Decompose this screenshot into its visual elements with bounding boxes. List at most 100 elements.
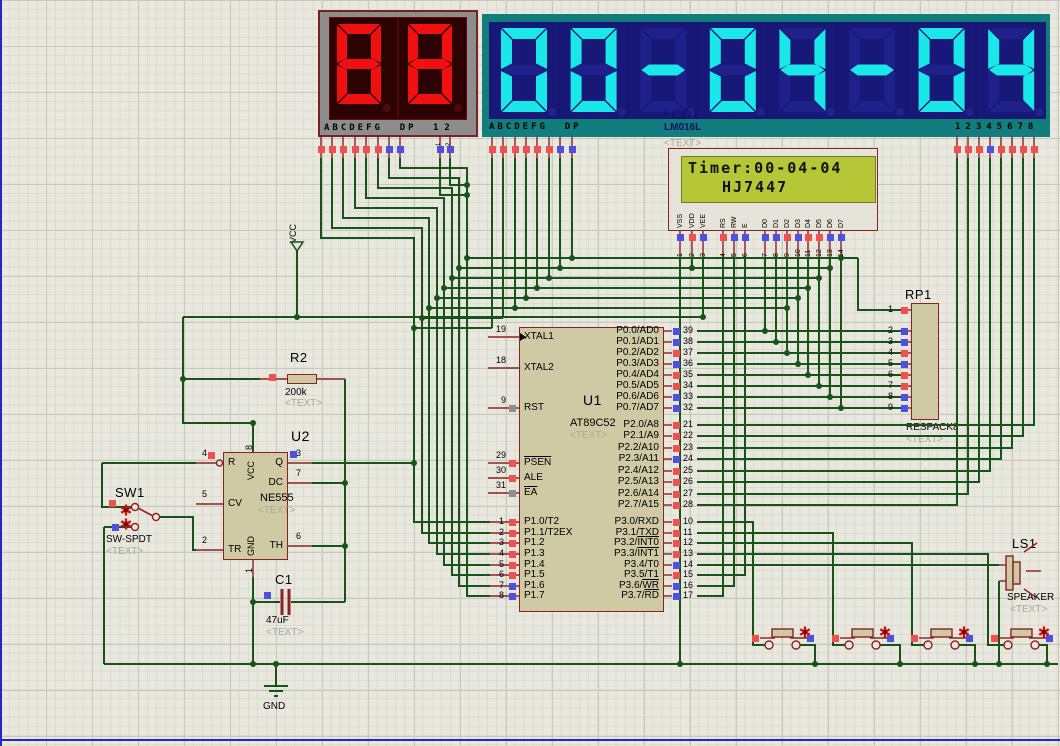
cyan-display-digit-pin	[1031, 146, 1038, 153]
speaker-symbol[interactable]	[999, 543, 1041, 598]
rp1-pin-number: 3	[0, 336, 893, 346]
rp1-pin-number: 7	[0, 380, 893, 390]
ls1-ref: LS1	[1012, 536, 1037, 551]
u1-pin-square	[509, 562, 516, 569]
u1-pin-square	[673, 491, 680, 498]
u1-pin-square	[509, 551, 516, 558]
cyan-display-ref: LCD1	[664, 107, 699, 122]
u2-pin-name: R	[228, 457, 235, 468]
rp1-ref: RP1	[905, 287, 932, 302]
sw1-pin-square	[109, 500, 116, 507]
sw1-toggle-star[interactable]	[121, 505, 131, 516]
u1-pin-square	[673, 479, 680, 486]
rp1-pin-number: 4	[0, 347, 893, 357]
u2-pin-name: VCC	[246, 461, 256, 480]
lcd-pin-number: 11	[805, 250, 812, 257]
lcd-pin	[773, 234, 780, 241]
rp1-pin-square	[901, 361, 908, 368]
lcd-pin-number: 3	[700, 253, 707, 257]
lcd-pin-name: D2	[784, 219, 791, 228]
lcd-pin	[731, 234, 738, 241]
u2-placeholder: <TEXT>	[258, 505, 295, 516]
red-display-pin	[329, 146, 336, 153]
u1-pin-square	[673, 519, 680, 526]
u1-pin-number: 22	[683, 430, 693, 440]
u1-pin-number: 26	[683, 476, 693, 486]
u2-pin-number: 2	[202, 535, 207, 545]
u1-pin-name: P2.6/A14	[524, 488, 659, 499]
rp1-pin-square	[901, 383, 908, 390]
u1-pin-number: 10	[683, 516, 693, 526]
vcc-symbol[interactable]	[291, 242, 303, 251]
red-display-pin	[375, 146, 382, 153]
u1-pin-square	[509, 572, 516, 579]
cyan-display-pin	[557, 146, 564, 153]
lcd-pin-number: 5	[731, 253, 738, 257]
rp1-pin-number: 8	[0, 391, 893, 401]
lcd-pin-number: 9	[784, 253, 791, 257]
u1-pin-square	[673, 530, 680, 537]
u1-pin-number: 1	[0, 516, 504, 526]
lcd-pin-name: VDD	[689, 213, 696, 228]
u1-pin-square	[673, 433, 680, 440]
rp1-pin-square	[901, 307, 908, 314]
lcd-pin-number: 4	[720, 253, 727, 257]
gnd-symbol[interactable]	[264, 664, 288, 696]
lcd-pin-name: D0	[762, 219, 769, 228]
red-display-pin	[340, 146, 347, 153]
ls1-placeholder: <TEXT>	[1010, 604, 1047, 615]
lcd-line1: Timer:00-04-04	[688, 159, 842, 177]
red-display-digit-pin	[437, 146, 444, 153]
u1-pin-square	[673, 572, 680, 579]
u1-pin-number: 7	[0, 580, 504, 590]
sheet-border-bottom	[0, 739, 1060, 741]
u2-pin-name: CV	[228, 498, 242, 509]
cyan-display-digit-pin	[1009, 146, 1016, 153]
rp1-pin-square	[901, 350, 908, 357]
lcd-pin	[816, 234, 823, 241]
schematic-canvas[interactable]: ABCDEFG DP 12 ABCDEFG DP 12345678 LCD1 L…	[0, 0, 1060, 746]
u2-pin-name: GND	[246, 536, 256, 556]
lcd-pin-number: 12	[816, 249, 823, 257]
lcd-pin-name: RW	[731, 216, 738, 228]
lcd-pin	[795, 234, 802, 241]
lcd-pin-name: D3	[795, 219, 802, 228]
gnd-label: GND	[263, 701, 285, 712]
u1-pin-square	[509, 540, 516, 547]
lcd-pin-number: 1	[677, 253, 684, 257]
rp1-pin-square	[901, 394, 908, 401]
respack-rp1[interactable]	[911, 303, 939, 420]
push-button[interactable]	[760, 629, 812, 649]
lcd-pin-name: D7	[838, 219, 845, 228]
button-pin-square	[752, 635, 759, 642]
vcc-label: VCC	[288, 224, 298, 243]
lcd-pin	[762, 234, 769, 241]
lcd-pin-number: 14	[838, 249, 845, 257]
red-display-pin	[318, 146, 325, 153]
u2-pin-number: 4	[202, 448, 207, 458]
u1-pin-number: 8	[0, 590, 504, 600]
rp1-pin-number: 2	[0, 325, 893, 335]
red-display-segment-labels: ABCDEFG DP	[324, 123, 417, 133]
rp1-pin-number: 1	[0, 304, 893, 314]
lcd-pin	[827, 234, 834, 241]
u1-pin-name: P2.7/A15	[524, 499, 659, 510]
u1-pin-square	[509, 460, 516, 467]
u1-pin-name: P2.3/A11	[524, 453, 659, 464]
lcd-pin-name: D5	[816, 219, 823, 228]
push-button[interactable]	[840, 629, 892, 649]
red-digit-pin-label: 2	[446, 143, 452, 146]
cyan-display-digit-pin	[965, 146, 972, 153]
red-display-pin	[397, 146, 404, 153]
push-button[interactable]	[999, 629, 1051, 649]
lcd-pin	[784, 234, 791, 241]
u1-pin-square	[509, 475, 516, 482]
push-button[interactable]	[919, 629, 971, 649]
lcd-pin	[677, 234, 684, 241]
lcd-pin	[805, 234, 812, 241]
cyan-display-digit-pin	[987, 146, 994, 153]
cyan-display-digit-pin	[954, 146, 961, 153]
u1-pin-square	[509, 583, 516, 590]
u1-pin-name: P3.2/INT0	[524, 537, 659, 548]
u1-pin-square	[673, 422, 680, 429]
